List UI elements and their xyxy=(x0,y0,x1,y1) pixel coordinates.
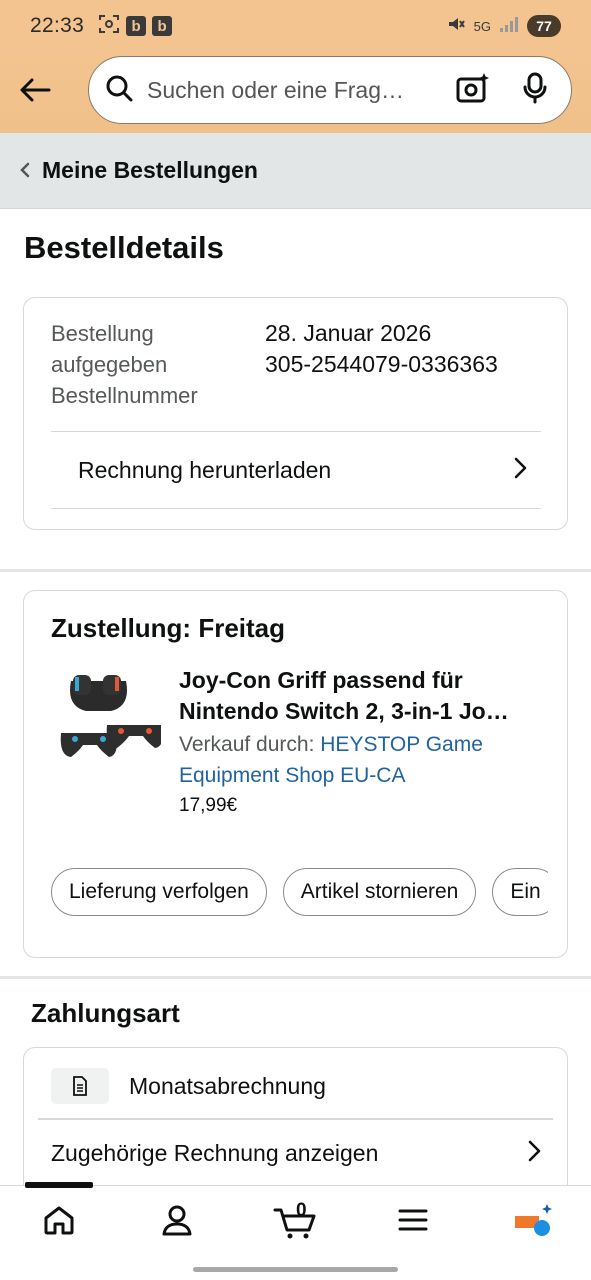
signal-icon xyxy=(499,15,519,38)
mute-icon xyxy=(446,14,466,39)
delivery-card: Zustellung: Freitag Joy-Con Griff passen… xyxy=(23,590,568,958)
nav-menu[interactable] xyxy=(383,1200,443,1244)
track-delivery-button[interactable]: Lieferung verfolgen xyxy=(51,868,267,916)
microphone-icon xyxy=(522,72,548,109)
chevron-right-icon xyxy=(513,457,527,484)
seller-line: Verkauf durch: HEYSTOP Game Equipment Sh… xyxy=(179,729,549,791)
status-badge: b xyxy=(126,16,147,36)
payment-method: Monatsabrechnung xyxy=(51,1068,326,1104)
order-info-values: 28. Januar 2026 305-2544079-0336363 xyxy=(265,318,498,380)
payment-card: Monatsabrechnung Zugehörige Rechnung anz… xyxy=(23,1047,568,1207)
divider xyxy=(38,1118,553,1120)
search-icon xyxy=(105,74,133,107)
order-number: 305-2544079-0336363 xyxy=(265,351,498,377)
rufus-icon xyxy=(511,1202,553,1243)
nav-cart[interactable]: 0 xyxy=(263,1200,327,1244)
document-icon xyxy=(51,1068,109,1104)
product-title[interactable]: Joy-Con Griff passend für Nintendo Switc… xyxy=(179,665,549,727)
download-invoice-label: Rechnung herunterladen xyxy=(78,456,332,483)
section-separator xyxy=(0,976,591,979)
scan-icon xyxy=(98,14,120,39)
battery-indicator: 77 xyxy=(527,15,561,37)
product-price: 17,99€ xyxy=(179,795,238,816)
account-icon xyxy=(161,1204,193,1241)
download-invoice-row[interactable]: Rechnung herunterladen xyxy=(51,432,541,508)
delivery-title: Zustellung: Freitag xyxy=(51,613,285,643)
chevron-left-icon xyxy=(20,158,30,184)
product-info: Joy-Con Griff passend für Nintendo Switc… xyxy=(179,665,549,817)
camera-search-button[interactable] xyxy=(453,70,493,110)
home-indicator[interactable] xyxy=(193,1267,398,1272)
order-date: 28. Januar 2026 xyxy=(265,320,432,346)
order-number-label: Bestellnummer xyxy=(51,383,198,408)
related-invoice-label: Zugehörige Rechnung anzeigen xyxy=(51,1139,379,1166)
active-tab-indicator xyxy=(25,1182,93,1188)
back-arrow-icon xyxy=(19,77,51,108)
camera-lens-icon xyxy=(456,72,490,109)
chevron-right-icon xyxy=(527,1140,541,1167)
divider xyxy=(51,508,541,509)
voice-search-button[interactable] xyxy=(515,70,555,110)
order-placed-label: Bestellung aufgegeben xyxy=(51,321,168,377)
search-input[interactable]: Suchen oder eine Frag… xyxy=(88,56,572,124)
product-image[interactable] xyxy=(51,661,164,771)
section-separator xyxy=(0,569,591,572)
cart-icon: 0 xyxy=(273,1200,317,1240)
cart-count: 0 xyxy=(296,1200,307,1221)
nav-home[interactable] xyxy=(29,1200,89,1244)
status-time: 22:33 xyxy=(30,14,85,37)
status-badge: b xyxy=(152,16,173,36)
home-icon xyxy=(43,1205,75,1240)
status-bar: 22:33 b b 5G 77 xyxy=(0,0,591,52)
status-left-icons: b b xyxy=(98,14,173,39)
status-right-icons: 5G 77 xyxy=(446,14,561,39)
network-label: 5G xyxy=(473,18,491,34)
cancel-item-button[interactable]: Artikel stornieren xyxy=(282,868,477,916)
bottom-navigation: 0 xyxy=(0,1182,591,1280)
related-invoice-row[interactable]: Zugehörige Rechnung anzeigen xyxy=(51,1130,541,1176)
nav-rufus[interactable] xyxy=(502,1200,562,1244)
menu-icon xyxy=(398,1208,428,1237)
seller-prefix: Verkauf durch: xyxy=(179,733,315,756)
nav-account[interactable] xyxy=(147,1200,207,1244)
search-placeholder: Suchen oder eine Frag… xyxy=(147,76,404,103)
order-actions: Lieferung verfolgen Artikel stornieren E… xyxy=(51,868,548,918)
more-action-button[interactable]: Ein xyxy=(492,868,548,916)
payment-method-label: Monatsabrechnung xyxy=(129,1072,326,1099)
payment-title: Zahlungsart xyxy=(31,998,180,1028)
back-button[interactable] xyxy=(0,52,70,133)
breadcrumb-label: Meine Bestellungen xyxy=(42,157,258,183)
page-title: Bestelldetails xyxy=(24,230,224,265)
search-header: Suchen oder eine Frag… xyxy=(0,52,591,133)
breadcrumb[interactable]: Meine Bestellungen xyxy=(0,133,591,209)
order-info-labels: Bestellung aufgegeben Bestellnummer xyxy=(51,318,261,411)
order-summary-card: Bestellung aufgegeben Bestellnummer 28. … xyxy=(23,297,568,530)
